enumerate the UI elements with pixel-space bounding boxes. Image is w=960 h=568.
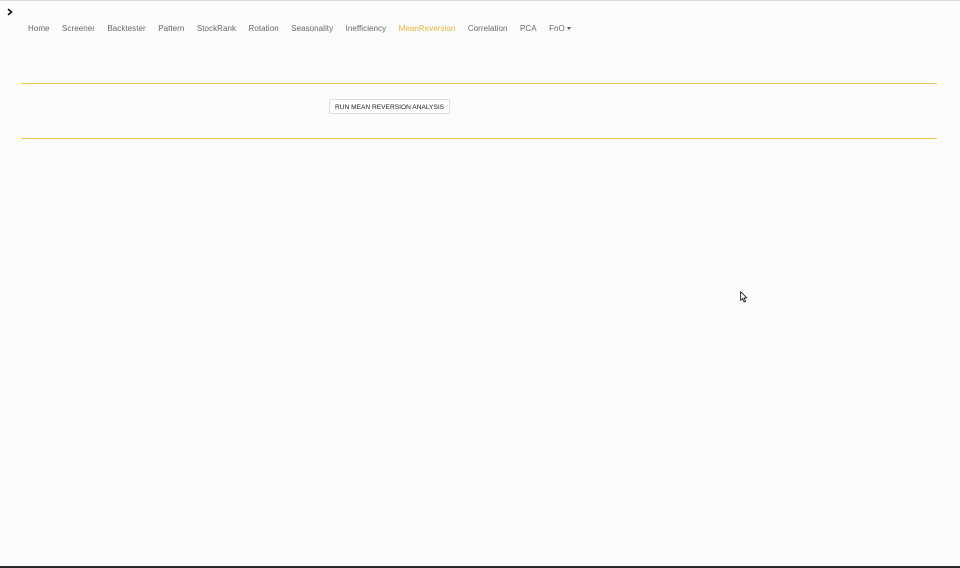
main-navbar: Home Screener Backtester Pattern StockRa… xyxy=(22,20,577,38)
nav-item-meanreversion[interactable]: MeanReversion xyxy=(393,20,462,38)
window-top-border xyxy=(0,0,960,1)
nav-item-fno-label: FnO xyxy=(549,24,565,33)
mouse-pointer-icon xyxy=(740,291,748,303)
nav-item-fno-dropdown[interactable]: FnO xyxy=(543,20,577,38)
section-divider-top xyxy=(21,83,937,84)
nav-item-rotation[interactable]: Rotation xyxy=(243,20,285,38)
nav-item-stockrank[interactable]: StockRank xyxy=(191,20,242,38)
nav-item-inefficiency[interactable]: Inefficiency xyxy=(340,20,392,38)
nav-item-home[interactable]: Home xyxy=(22,20,56,38)
nav-item-seasonality[interactable]: Seasonality xyxy=(285,20,339,38)
nav-item-screener[interactable]: Screener xyxy=(56,20,101,38)
nav-item-pca[interactable]: PCA xyxy=(514,20,543,38)
sidebar-toggle-button[interactable] xyxy=(5,6,17,18)
chevron-right-icon xyxy=(7,8,13,16)
nav-item-backtester[interactable]: Backtester xyxy=(101,20,151,38)
nav-item-correlation[interactable]: Correlation xyxy=(462,20,514,38)
caret-down-icon xyxy=(566,27,571,30)
section-divider-bottom xyxy=(21,138,937,139)
nav-item-pattern[interactable]: Pattern xyxy=(152,20,190,38)
run-mean-reversion-button[interactable]: RUN MEAN REVERSION ANALYSIS xyxy=(329,99,451,114)
